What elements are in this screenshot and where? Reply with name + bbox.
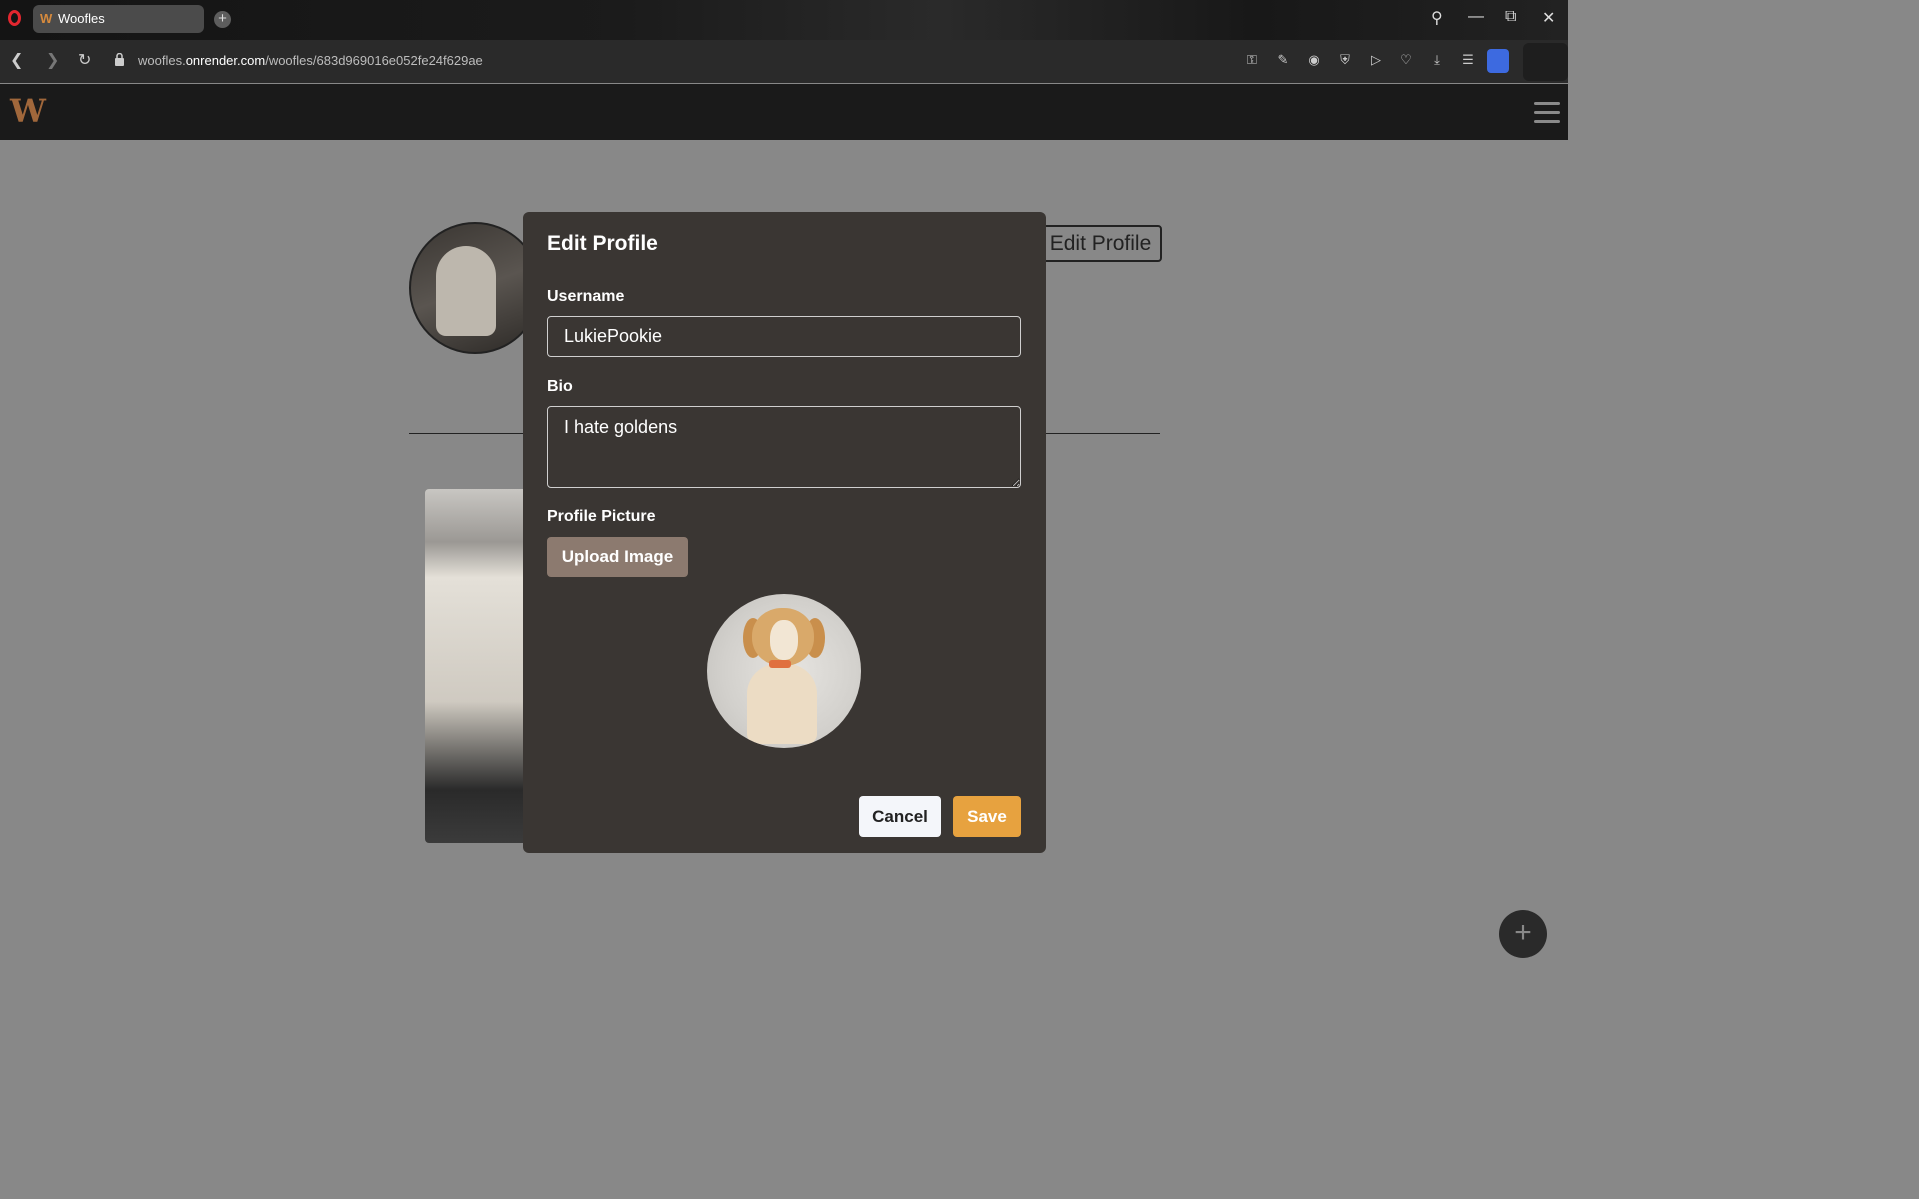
opera-logo-icon[interactable]	[8, 10, 21, 26]
profile-avatar	[409, 222, 541, 354]
tab-title: Woofles	[58, 11, 105, 26]
heart-icon[interactable]: ♡	[1397, 52, 1415, 68]
shield-icon[interactable]: ⛨	[1336, 52, 1354, 68]
close-icon[interactable]: ✕	[1542, 8, 1555, 28]
edit-profile-button[interactable]: Edit Profile	[1039, 225, 1162, 262]
url-domain-prefix: woofles.	[138, 53, 186, 68]
url-domain: onrender.com	[185, 53, 266, 68]
hamburger-menu-icon[interactable]	[1534, 102, 1560, 129]
woofles-logo[interactable]: W	[10, 92, 46, 130]
reload-icon[interactable]: ↻	[78, 50, 91, 70]
bio-label: Bio	[547, 378, 573, 395]
username-input[interactable]	[547, 316, 1021, 357]
back-icon[interactable]: ❮	[10, 50, 23, 70]
edit-icon[interactable]: ✎	[1274, 52, 1292, 68]
key-icon[interactable]: ⚿	[1243, 52, 1261, 68]
restore-icon[interactable]: ⧉	[1505, 8, 1516, 26]
bio-textarea[interactable]: I hate goldens	[547, 406, 1021, 488]
search-icon[interactable]: ⚲	[1431, 8, 1443, 28]
url-path: /woofles/683d969016e052fe24f629ae	[265, 53, 483, 68]
edit-profile-modal: Edit Profile Username Bio I hate goldens…	[523, 212, 1046, 853]
cube-icon[interactable]	[1523, 43, 1568, 81]
menu-icon[interactable]: ☰	[1459, 52, 1477, 68]
new-tab-button[interactable]: +	[214, 11, 231, 28]
woofles-favicon-icon: W	[40, 11, 53, 26]
url-field[interactable]: woofles.onrender.com/woofles/683d969016e…	[138, 53, 483, 68]
profile-picture-preview	[707, 594, 861, 748]
upload-image-button[interactable]: Upload Image	[547, 537, 688, 577]
modal-title: Edit Profile	[547, 232, 658, 255]
browser-tab[interactable]: W Woofles	[33, 5, 204, 33]
minimize-icon[interactable]: —	[1468, 8, 1484, 26]
profile-icon[interactable]	[1487, 49, 1509, 73]
send-icon[interactable]: ▷	[1367, 52, 1385, 68]
username-label: Username	[547, 288, 625, 305]
app-header: W	[0, 84, 1568, 140]
camera-icon[interactable]: ◉	[1305, 52, 1323, 68]
browser-tab-bar: W Woofles + ⚲ — ⧉ ✕	[0, 0, 1568, 40]
address-bar: ❮ ❯ ↻ woofles.onrender.com/woofles/683d9…	[0, 40, 1568, 83]
forward-icon[interactable]: ❯	[46, 50, 59, 70]
download-icon[interactable]: ⤓	[1428, 52, 1446, 68]
profile-picture-label: Profile Picture	[547, 508, 656, 525]
add-post-button[interactable]: +	[1499, 910, 1547, 958]
lock-icon	[115, 53, 124, 66]
save-button[interactable]: Save	[953, 796, 1021, 837]
cancel-button[interactable]: Cancel	[859, 796, 941, 837]
